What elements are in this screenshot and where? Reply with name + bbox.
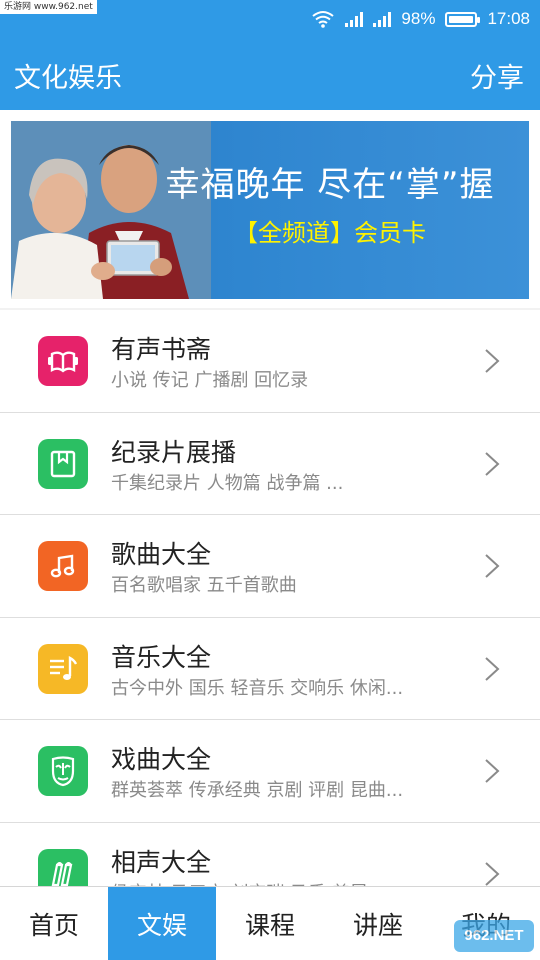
share-button[interactable]: 分享 (470, 56, 524, 95)
music-list-icon (38, 643, 88, 694)
tab-home[interactable]: 首页 (0, 887, 108, 960)
status-indicators: 98% 17:08 (311, 6, 530, 32)
battery-percent: 98% (401, 9, 436, 28)
item-title: 有声书斋 (111, 335, 212, 364)
audiobook-icon (38, 336, 88, 386)
tab-lectures[interactable]: 讲座 (324, 887, 432, 960)
list-item-music[interactable]: 音乐大全 古今中外 国乐 轻音乐 交响乐 休闲... (0, 617, 540, 720)
item-title: 戏曲大全 (111, 745, 212, 774)
category-list: 有声书斋 小说 传记 广播剧 回忆录 纪录片展播 千集纪录片 人物篇 战争篇 .… (0, 310, 540, 925)
list-item-songs[interactable]: 歌曲大全 百名歌唱家 五千首歌曲 (0, 515, 540, 618)
elderly-couple-photo (11, 121, 211, 299)
item-subtitle: 群英荟萃 传承经典 京剧 评剧 昆曲... (111, 780, 404, 801)
tab-entertainment[interactable]: 文娱 (108, 887, 216, 960)
music-note-icon (38, 541, 88, 591)
list-item-audiobooks[interactable]: 有声书斋 小说 传记 广播剧 回忆录 (0, 310, 540, 413)
battery-icon (445, 11, 481, 27)
item-title: 歌曲大全 (111, 540, 212, 569)
item-title: 相声大全 (111, 847, 212, 877)
tab-courses[interactable]: 课程 (216, 887, 324, 960)
clock: 17:08 (487, 9, 530, 28)
signal-icon-2 (373, 11, 392, 27)
watermark-logo: 962.NET (454, 920, 534, 952)
list-item-opera[interactable]: 戏曲大全 群英荟萃 传承经典 京剧 评剧 昆曲... (0, 720, 540, 823)
chevron-right-icon (485, 349, 500, 373)
banner-subline: 【全频道】会员卡 (234, 219, 426, 247)
chevron-right-icon (485, 861, 500, 886)
page-title: 文化娱乐 (14, 63, 122, 94)
item-subtitle: 千集纪录片 人物篇 战争篇 ... (111, 472, 344, 494)
signal-icon (345, 11, 364, 27)
chevron-right-icon (485, 759, 500, 783)
membership-banner[interactable]: 幸福晚年 尽在“掌”握 【全频道】会员卡 (11, 121, 529, 299)
wifi-icon (312, 11, 335, 28)
item-title: 音乐大全 (111, 642, 212, 672)
opera-mask-icon (38, 746, 88, 796)
svg-text:962.NET: 962.NET (464, 927, 523, 944)
documentary-icon (38, 438, 88, 489)
item-subtitle: 百名歌唱家 五千首歌曲 (111, 575, 297, 596)
banner-headline: 幸福晚年 尽在“掌”握 (165, 165, 495, 205)
item-subtitle: 古今中外 国乐 轻音乐 交响乐 休闲... (111, 677, 404, 699)
chevron-right-icon (485, 451, 500, 476)
app-header: 文化娱乐 分享 (0, 38, 540, 110)
chevron-right-icon (485, 656, 500, 681)
status-bar: 乐游网 www.962.net 98% 17:08 (0, 0, 540, 38)
banner-container: 幸福晚年 尽在“掌”握 【全频道】会员卡 (0, 110, 540, 308)
chevron-right-icon (485, 554, 500, 578)
watermark-text: 乐游网 www.962.net (0, 0, 97, 14)
battery-fill (449, 15, 473, 23)
item-subtitle: 小说 传记 广播剧 回忆录 (111, 370, 309, 391)
list-item-documentaries[interactable]: 纪录片展播 千集纪录片 人物篇 战争篇 ... (0, 412, 540, 515)
bottom-nav: 首页 文娱 课程 讲座 我的 962.NET (0, 886, 540, 960)
item-title: 纪录片展播 (111, 437, 237, 467)
